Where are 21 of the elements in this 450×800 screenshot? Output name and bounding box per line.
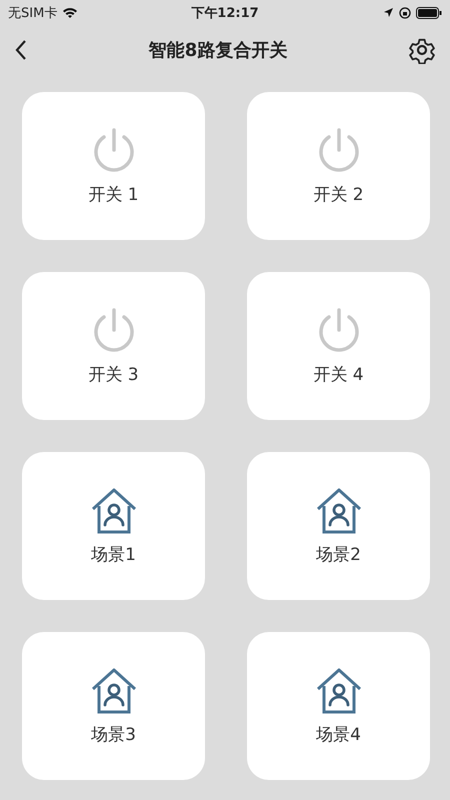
scene-tile[interactable]: 场景3 bbox=[22, 632, 205, 780]
location-icon bbox=[382, 7, 394, 18]
house-person-icon bbox=[314, 666, 362, 714]
switch-tile[interactable]: 开关 2 bbox=[247, 92, 430, 240]
wifi-icon bbox=[62, 6, 78, 18]
battery-icon bbox=[416, 6, 442, 18]
house-person-icon bbox=[90, 666, 138, 714]
status-time: 下午12:17 bbox=[191, 4, 259, 22]
lock-rotation-icon bbox=[398, 6, 411, 18]
switch-tile[interactable]: 开关 3 bbox=[22, 272, 205, 420]
switch-tile[interactable]: 开关 1 bbox=[22, 92, 205, 240]
page-title: 智能8路复合开关 bbox=[148, 39, 288, 62]
scene-tile[interactable]: 场景4 bbox=[247, 632, 430, 780]
settings-button[interactable] bbox=[408, 36, 436, 64]
back-button[interactable] bbox=[14, 39, 28, 61]
house-person-icon bbox=[90, 486, 138, 534]
switch-tile[interactable]: 开关 4 bbox=[247, 272, 430, 420]
house-person-icon bbox=[314, 486, 362, 534]
carrier-label: 无SIM卡 bbox=[8, 4, 58, 22]
scene-tile[interactable]: 场景2 bbox=[247, 452, 430, 600]
scene-tile[interactable]: 场景1 bbox=[22, 452, 205, 600]
